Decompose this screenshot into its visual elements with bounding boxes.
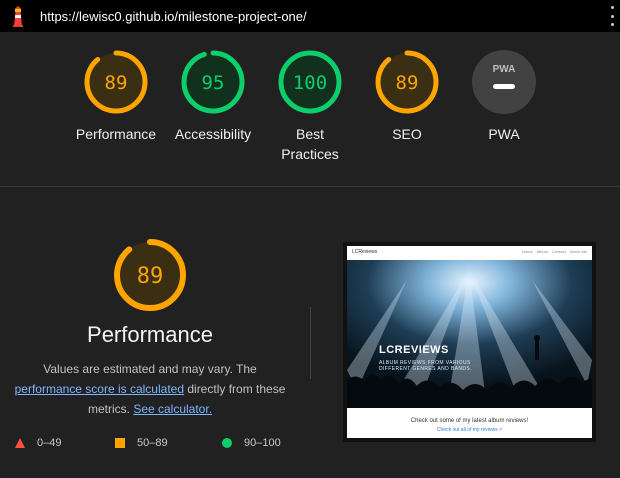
legend-fail: 0–49 bbox=[15, 437, 61, 449]
gauge-score-value: 89 bbox=[105, 72, 128, 94]
top-bar: https://lewisc0.github.io/milestone-proj… bbox=[0, 0, 620, 32]
legend-fail-label: 0–49 bbox=[37, 437, 62, 449]
gauge-label-line: PWA bbox=[488, 126, 520, 142]
screenshot-nav-link: Home bbox=[522, 249, 533, 254]
gauge-best-practices[interactable]: 100 Best Practices bbox=[260, 50, 360, 164]
score-gauge-icon: 89 bbox=[375, 50, 439, 114]
gauge-label-line: Practices bbox=[281, 146, 339, 162]
screenshot-nav-link: About Me bbox=[569, 249, 587, 254]
gauge-label: Accessibility bbox=[163, 124, 263, 144]
gauge-label: Best Practices bbox=[260, 124, 360, 164]
screenshot-hero-image: LCREVIEWS ALBUM REVIEWS FROM VARIOUS DIF… bbox=[347, 260, 592, 408]
performance-score-value: 89 bbox=[137, 264, 164, 289]
gauge-accessibility[interactable]: 95 Accessibility bbox=[163, 50, 263, 144]
page-url[interactable]: https://lewisc0.github.io/milestone-proj… bbox=[40, 9, 307, 24]
legend-average-label: 50–89 bbox=[137, 437, 168, 449]
pwa-badge-icon: PWA bbox=[472, 50, 536, 114]
score-gauge-icon: 95 bbox=[181, 50, 245, 114]
gauge-score-value: 89 bbox=[396, 72, 419, 94]
pwa-badge-text: PWA bbox=[493, 64, 516, 75]
see-calculator-link[interactable]: See calculator. bbox=[133, 402, 212, 416]
gauge-score-value: 100 bbox=[293, 72, 327, 94]
page-screenshot[interactable]: LCReviews Home Album Contact About Me LC… bbox=[343, 242, 596, 442]
more-options-icon[interactable] bbox=[608, 6, 616, 26]
screenshot-nav-links: Home Album Contact About Me bbox=[522, 249, 587, 254]
screenshot-navbar: LCReviews Home Album Contact About Me bbox=[347, 246, 592, 261]
screenshot-brand: LCReviews bbox=[352, 249, 378, 255]
score-calculated-link[interactable]: performance score is calculated bbox=[15, 382, 184, 396]
score-gauge-icon: 100 bbox=[278, 50, 342, 114]
screenshot-hero-title: LCREVIEWS bbox=[379, 344, 449, 356]
circle-icon bbox=[222, 438, 232, 448]
gauge-label-line: Performance bbox=[75, 126, 157, 142]
screenshot-footer-text: Check out some of my latest album review… bbox=[410, 418, 529, 424]
square-icon bbox=[115, 438, 125, 448]
concert-image bbox=[347, 260, 592, 408]
score-gauge-icon: 89 bbox=[84, 50, 148, 114]
vertical-divider bbox=[310, 307, 311, 379]
gauge-label-line: SEO bbox=[392, 126, 422, 142]
gauge-seo[interactable]: 89 SEO bbox=[357, 50, 457, 144]
gauge-label: PWA bbox=[454, 124, 554, 144]
performance-score-gauge: 89 bbox=[114, 239, 186, 311]
legend-pass: 90–100 bbox=[222, 437, 281, 449]
screenshot-nav-link: Album bbox=[536, 249, 549, 254]
legend-pass-label: 90–100 bbox=[244, 437, 281, 449]
triangle-icon bbox=[15, 438, 25, 448]
gauge-pwa[interactable]: PWA PWA bbox=[454, 50, 554, 144]
section-divider bbox=[0, 186, 620, 187]
gauge-label: Performance bbox=[66, 124, 166, 144]
gauge-performance[interactable]: 89 Performance bbox=[66, 50, 166, 144]
legend-average: 50–89 bbox=[115, 437, 168, 449]
desc-text-1: Values are estimated and may vary. The bbox=[43, 362, 257, 376]
gauge-label-line: Accessibility bbox=[174, 126, 252, 142]
screenshot-hero-subtitle: ALBUM REVIEWS FROM VARIOUS DIFFERENT GEN… bbox=[379, 360, 472, 372]
screenshot-footer-link: Check out all of my reviews > bbox=[436, 427, 503, 433]
gauge-score-value: 95 bbox=[202, 72, 225, 94]
gauge-label-line: Best bbox=[295, 126, 324, 142]
performance-title: Performance bbox=[87, 322, 213, 347]
gauge-label: SEO bbox=[357, 124, 457, 144]
screenshot-nav-link: Contact bbox=[552, 249, 566, 254]
performance-description: Values are estimated and may vary. The p… bbox=[5, 359, 295, 419]
lighthouse-logo-icon bbox=[13, 6, 23, 27]
